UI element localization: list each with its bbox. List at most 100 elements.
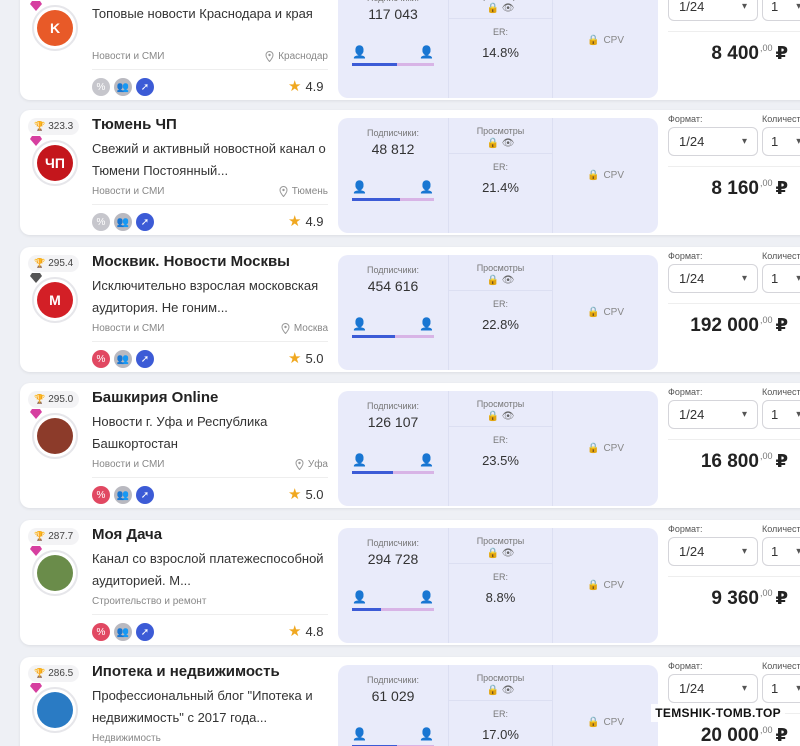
watermark: TEMSHIK-TOMB.TOP — [651, 704, 785, 722]
format-select[interactable]: 1/24 ▾ — [668, 537, 758, 566]
channel-avatar[interactable] — [30, 409, 78, 459]
channel-card[interactable]: 🏆 295.4 M Москвик. Новости Москвы Исключи… — [20, 247, 800, 372]
rocket-icon[interactable]: ➚ — [136, 350, 154, 368]
channel-avatar[interactable]: M — [30, 273, 78, 323]
male-share-bar — [352, 63, 397, 66]
eye-icon: 👁 — [501, 3, 515, 14]
channel-avatar[interactable]: K — [30, 1, 78, 51]
rocket-icon[interactable]: ➚ — [136, 78, 154, 96]
eye-icon: 👁 — [501, 138, 515, 149]
quantity-value: 1 — [771, 544, 779, 559]
divider — [668, 31, 800, 32]
channel-card[interactable]: K Топовые новости Краснодара и края Ново… — [20, 0, 800, 100]
channel-card[interactable]: 🏆 286.5 Ипотека и недвижимость Профессион… — [20, 657, 800, 746]
quantity-select[interactable]: 1 ▾ — [762, 127, 800, 156]
channel-title[interactable]: Ипотека и недвижимость — [92, 663, 280, 680]
quantity-select[interactable]: 1 ▾ — [762, 400, 800, 429]
percent-icon[interactable]: % — [92, 213, 110, 231]
views-label: Просмотры — [476, 263, 525, 273]
subscribers-label: Подписчики: — [366, 538, 419, 548]
currency-symbol: ₽ — [775, 43, 788, 63]
quantity-select[interactable]: 1 ▾ — [762, 0, 800, 21]
lock-icon: 🔒 — [586, 35, 600, 46]
channel-avatar[interactable]: ЧП — [30, 136, 78, 186]
eye-icon: 👁 — [501, 275, 515, 286]
female-icon: 👤 — [419, 180, 434, 194]
quantity-select[interactable]: 1 ▾ — [762, 537, 800, 566]
rank-value: 323.3 — [48, 121, 74, 132]
currency-symbol: ₽ — [775, 315, 788, 335]
diamond-icon — [30, 136, 42, 146]
channel-avatar[interactable] — [30, 546, 78, 596]
users-icon[interactable]: 👥 — [114, 213, 132, 231]
channel-title[interactable]: Моя Дача — [92, 526, 162, 543]
format-select[interactable]: 1/24 ▾ — [668, 264, 758, 293]
channel-city: Краснодар — [260, 51, 328, 62]
divider — [668, 166, 800, 167]
rocket-icon[interactable]: ➚ — [136, 486, 154, 504]
views-hidden: 🔒 👁 — [449, 685, 552, 696]
rocket-icon[interactable]: ➚ — [136, 213, 154, 231]
views-label: Просмотры — [449, 0, 552, 1]
percent-icon[interactable]: % — [92, 350, 110, 368]
male-icon: 👤 — [352, 453, 367, 467]
lock-icon: 🔒 — [486, 685, 499, 696]
channel-description: Топовые новости Краснодара и края — [92, 6, 313, 21]
price-cents: ,00 — [759, 43, 773, 53]
views-block: Просмотры 🔒 👁 ER: 17.0% — [448, 665, 553, 746]
diamond-icon — [30, 1, 42, 11]
channel-category: Новости и СМИ — [92, 459, 165, 470]
channel-title[interactable]: Башкирия Online — [92, 389, 218, 406]
users-icon[interactable]: 👥 — [114, 623, 132, 641]
percent-icon[interactable]: % — [92, 486, 110, 504]
channel-description: Профессиональный блог "Ипотека и недвижи… — [92, 688, 313, 725]
subscribers-block: Подписчики: 294 728 👤 👤 — [338, 528, 448, 643]
quantity-label: Количество — [762, 114, 800, 124]
format-select[interactable]: 1/24 ▾ — [668, 0, 758, 21]
channel-title[interactable]: Тюмень ЧП — [92, 116, 177, 133]
subscribers-label: Подписчики: — [366, 128, 419, 138]
quantity-select[interactable]: 1 ▾ — [762, 674, 800, 703]
quantity-label: Количество — [762, 387, 800, 397]
users-icon[interactable]: 👥 — [114, 486, 132, 504]
currency-symbol: ₽ — [775, 588, 788, 608]
users-icon[interactable]: 👥 — [114, 350, 132, 368]
format-label: Формат: — [668, 661, 703, 671]
price-cents: ,00 — [759, 725, 773, 735]
divider — [92, 204, 328, 205]
lock-icon: 🔒 — [586, 170, 600, 181]
format-select[interactable]: 1/24 ▾ — [668, 400, 758, 429]
city-label: Тюмень — [291, 186, 328, 197]
subscribers-count: 294 728 — [367, 551, 419, 567]
channel-card[interactable]: 🏆 287.7 Моя Дача Канал со взрослой платеж… — [20, 520, 800, 645]
views-hidden: 🔒 👁 — [449, 548, 552, 559]
er-value: 21.4% — [482, 180, 519, 195]
percent-icon[interactable]: % — [92, 78, 110, 96]
users-icon[interactable]: 👥 — [114, 78, 132, 96]
chevron-down-icon: ▾ — [741, 136, 747, 147]
channel-title[interactable]: Москвик. Новости Москвы — [92, 253, 290, 270]
channel-avatar[interactable] — [30, 683, 78, 733]
channel-rating: ★ 4.9 — [288, 77, 324, 95]
channel-card[interactable]: 🏆 295.0 Башкирия Online Новости г. Уфа и … — [20, 383, 800, 508]
channel-card[interactable]: 🏆 323.3 ЧП Тюмень ЧП Свежий и активный но… — [20, 110, 800, 235]
chevron-down-icon: ▾ — [741, 1, 747, 12]
format-select[interactable]: 1/24 ▾ — [668, 674, 758, 703]
price: 16 800,00 ₽ — [620, 451, 788, 473]
channel-description: Свежий и активный новостной канал о Тюме… — [92, 141, 326, 178]
divider — [668, 303, 800, 304]
rocket-icon[interactable]: ➚ — [136, 623, 154, 641]
views-hidden: 🔒 👁 — [449, 138, 552, 149]
chevron-down-icon: ▾ — [741, 409, 747, 420]
quantity-select[interactable]: 1 ▾ — [762, 264, 800, 293]
feature-icons: % 👥 ➚ — [92, 78, 154, 96]
price: 8 400,00 ₽ — [620, 43, 788, 65]
er-label: ER: — [492, 299, 508, 309]
format-label: Формат: — [668, 524, 703, 534]
channel-category: Новости и СМИ — [92, 186, 165, 197]
percent-icon[interactable]: % — [92, 623, 110, 641]
price-value: 20 000 — [700, 725, 759, 746]
format-select[interactable]: 1/24 ▾ — [668, 127, 758, 156]
feature-icons: % 👥 ➚ — [92, 213, 154, 231]
star-icon: ★ — [288, 213, 302, 230]
